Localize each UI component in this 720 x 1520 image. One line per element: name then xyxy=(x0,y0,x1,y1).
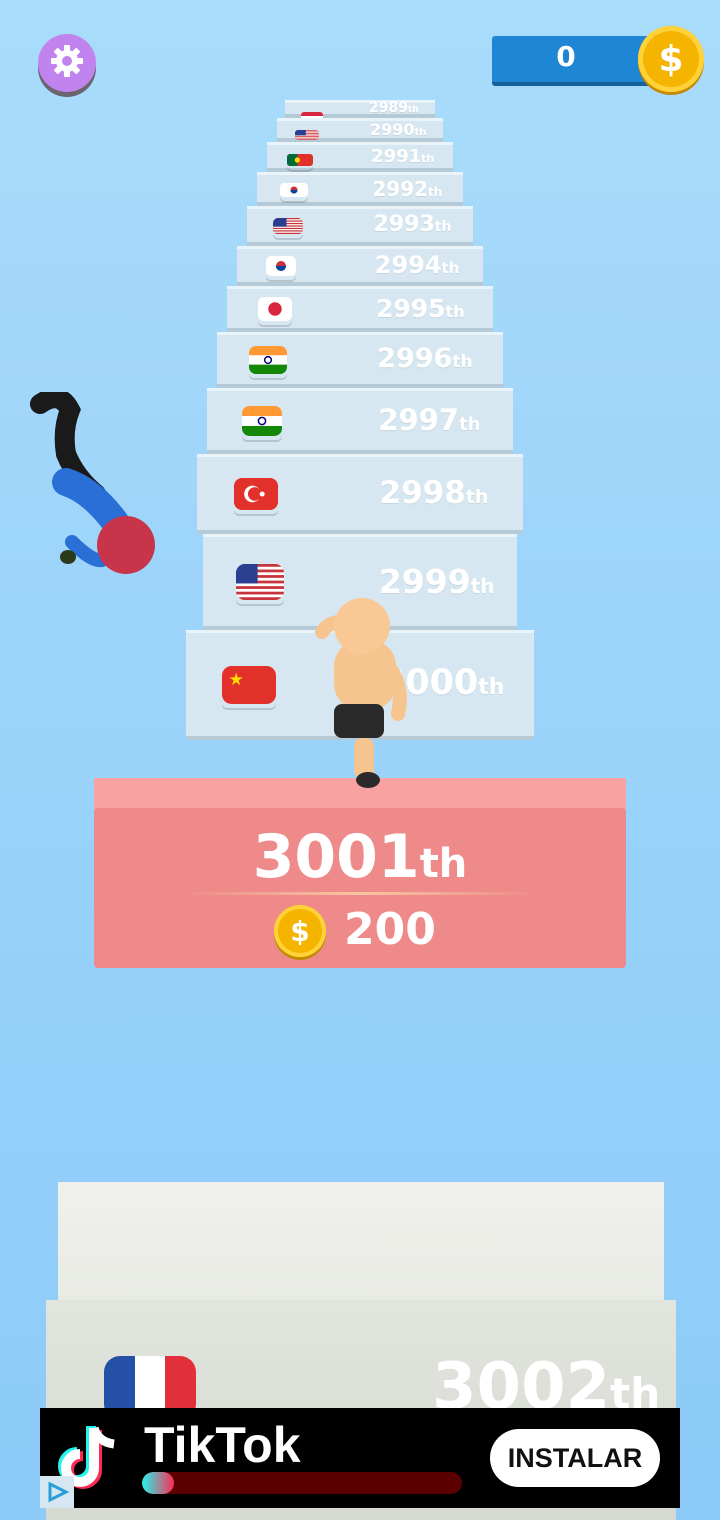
portugal-flag-icon xyxy=(287,151,314,170)
stair-rank-label: 2990th xyxy=(369,120,427,140)
svg-text:★: ★ xyxy=(228,670,243,690)
install-button[interactable]: INSTALAR xyxy=(490,1429,660,1487)
stair-rank-label: 2994th xyxy=(374,251,460,280)
falling-character xyxy=(22,388,162,586)
coin-icon: $ xyxy=(274,905,326,957)
coin-counter: 0 xyxy=(492,36,654,86)
turkey-flag-icon xyxy=(233,478,278,514)
podium-reward: 200 xyxy=(344,904,436,955)
next-step-top xyxy=(58,1182,664,1306)
usa-flag-icon xyxy=(235,564,284,604)
coin-icon: $ xyxy=(638,26,704,92)
ad-app-name: TikTok xyxy=(144,1417,301,1473)
china-flag-icon: ★ xyxy=(221,666,276,708)
south-korea-flag-icon xyxy=(266,256,297,280)
usa-flag-icon xyxy=(272,218,303,238)
stair-rank-label: 2991th xyxy=(371,145,435,167)
ad-banner[interactable]: TikTok INSTALAR xyxy=(40,1408,680,1508)
india-flag-icon xyxy=(242,406,283,440)
stair-rank-label: 2992th xyxy=(372,176,443,201)
gear-icon xyxy=(49,43,85,83)
stair-rank-label: 2989th xyxy=(369,100,419,117)
podium-divider xyxy=(180,892,540,895)
ad-progress-bar xyxy=(142,1472,462,1494)
coin-count: 0 xyxy=(556,40,576,73)
stair-rank-label: 2997th xyxy=(378,403,481,438)
podium-rank-label: 3001th xyxy=(252,822,468,892)
stair-rank-label: 2998th xyxy=(379,474,489,511)
india-flag-icon xyxy=(249,346,288,378)
player-character xyxy=(312,592,412,796)
ad-choices-icon[interactable] xyxy=(40,1476,74,1508)
settings-button[interactable] xyxy=(38,34,96,92)
ad-progress-fill xyxy=(142,1472,174,1494)
south-korea-flag-icon xyxy=(280,182,309,201)
stair-rank-label: 2993th xyxy=(373,212,452,238)
japan-flag-icon xyxy=(257,297,292,325)
stair-rank-label: 2996th xyxy=(377,343,473,375)
stair-rank-label: 2995th xyxy=(375,293,465,323)
